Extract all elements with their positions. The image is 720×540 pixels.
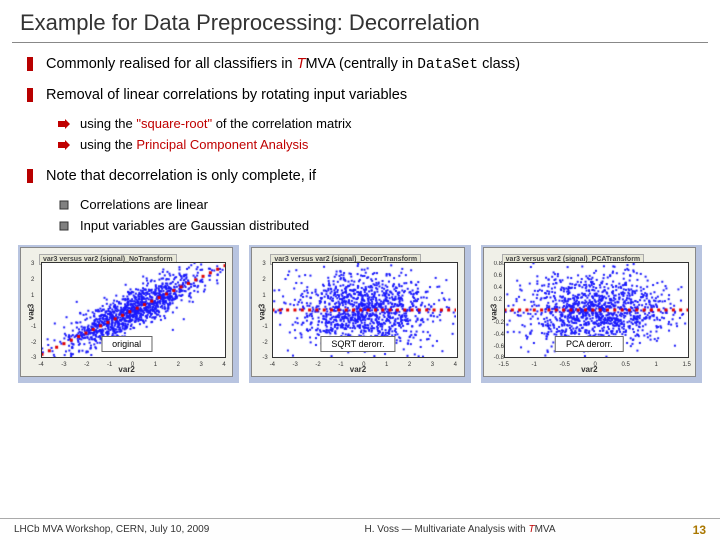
y-tick: -3 xyxy=(262,355,267,361)
x-tick: 2 xyxy=(177,362,180,368)
bullet-icon xyxy=(24,57,36,71)
y-tick: 2 xyxy=(262,277,265,283)
y-tick: 0.8 xyxy=(494,261,502,267)
x-tick: -2 xyxy=(84,362,89,368)
y-tick: 0.4 xyxy=(494,285,502,291)
bullet-1-text: Commonly realised for all classifiers in… xyxy=(46,55,520,76)
slide-footer: LHCb MVA Workshop, CERN, July 10, 2009 H… xyxy=(0,518,720,540)
y-tick: -3 xyxy=(31,355,36,361)
x-tick: -1 xyxy=(531,362,536,368)
x-tick: -3 xyxy=(293,362,298,368)
footer-left: LHCb MVA Workshop, CERN, July 10, 2009 xyxy=(14,524,254,535)
y-tick: 0.2 xyxy=(494,297,502,303)
x-tick: 2 xyxy=(408,362,411,368)
x-tick: -1 xyxy=(107,362,112,368)
plots-row: var3 versus var2 (signal)_NoTransform va… xyxy=(18,245,702,383)
y-tick: 3 xyxy=(31,261,34,267)
y-tick: -0.2 xyxy=(494,320,504,326)
x-tick: 3 xyxy=(199,362,202,368)
x-tick: -4 xyxy=(38,362,43,368)
y-tick: -1 xyxy=(31,324,36,330)
page-number: 13 xyxy=(666,523,706,537)
bullet-3-text: Note that decorrelation is only complete… xyxy=(46,167,316,187)
slide-body: Commonly realised for all classifiers in… xyxy=(0,55,720,235)
y-tick: 0 xyxy=(262,308,265,314)
y-tick: -1 xyxy=(262,324,267,330)
x-tick: 1 xyxy=(385,362,388,368)
x-tick: -4 xyxy=(270,362,275,368)
y-tick: -0.6 xyxy=(494,344,504,350)
bullet-2a-text: using the "square-root" of the correlati… xyxy=(80,115,352,133)
y-tick: -2 xyxy=(262,340,267,346)
x-tick: 4 xyxy=(222,362,225,368)
y-tick: 0.6 xyxy=(494,273,502,279)
x-tick: 0 xyxy=(362,362,365,368)
y-tick: -0.4 xyxy=(494,332,504,338)
y-tick: -0.8 xyxy=(494,355,504,361)
plot-pca-decorr: var3 versus var2 (signal)_PCATransform v… xyxy=(481,245,702,383)
x-tick: 0 xyxy=(131,362,134,368)
x-tick: 3 xyxy=(431,362,434,368)
plot-tag: PCA derorr. xyxy=(555,336,624,352)
plot-sqrt-decorr: var3 versus var2 (signal)_DecorrTransfor… xyxy=(249,245,470,383)
x-tick: -0.5 xyxy=(559,362,569,368)
plot-tag: original xyxy=(101,336,152,352)
arrow-icon xyxy=(58,117,70,131)
bullet-3a: Correlations are linear xyxy=(58,196,696,214)
x-tick: 0 xyxy=(593,362,596,368)
footer-center: H. Voss ― Multivariate Analysis with TMV… xyxy=(254,524,666,535)
bullet-icon xyxy=(24,169,36,183)
x-tick: -1 xyxy=(338,362,343,368)
y-tick: 1 xyxy=(262,293,265,299)
x-tick: -2 xyxy=(315,362,320,368)
x-tick: 1 xyxy=(154,362,157,368)
bullet-2: Removal of linear correlations by rotati… xyxy=(24,86,696,106)
x-tick: 1.5 xyxy=(682,362,690,368)
y-tick: 0 xyxy=(494,308,497,314)
x-tick: 1 xyxy=(654,362,657,368)
y-tick: 3 xyxy=(262,261,265,267)
x-tick: -1.5 xyxy=(498,362,508,368)
y-tick: 1 xyxy=(31,293,34,299)
plot-tag: SQRT derorr. xyxy=(320,336,395,352)
bullet-icon xyxy=(24,88,36,102)
x-tick: 4 xyxy=(454,362,457,368)
bullet-2b: using the Principal Component Analysis xyxy=(58,136,696,154)
square-icon xyxy=(58,198,70,212)
bullet-3: Note that decorrelation is only complete… xyxy=(24,167,696,187)
bullet-3b-text: Input variables are Gaussian distributed xyxy=(80,217,309,235)
bullet-2a: using the "square-root" of the correlati… xyxy=(58,115,696,133)
y-tick: 2 xyxy=(31,277,34,283)
bullet-1: Commonly realised for all classifiers in… xyxy=(24,55,696,76)
bullet-2b-text: using the Principal Component Analysis xyxy=(80,136,308,154)
y-tick: 0 xyxy=(31,308,34,314)
x-tick: 0.5 xyxy=(621,362,629,368)
x-tick: -3 xyxy=(61,362,66,368)
bullet-2-text: Removal of linear correlations by rotati… xyxy=(46,86,407,106)
arrow-icon xyxy=(58,138,70,152)
y-tick: -2 xyxy=(31,340,36,346)
bullet-3b: Input variables are Gaussian distributed xyxy=(58,217,696,235)
bullet-3a-text: Correlations are linear xyxy=(80,196,208,214)
slide-title: Example for Data Preprocessing: Decorrel… xyxy=(0,0,720,42)
title-underline xyxy=(12,42,708,43)
plot-original: var3 versus var2 (signal)_NoTransform va… xyxy=(18,245,239,383)
square-icon xyxy=(58,219,70,233)
